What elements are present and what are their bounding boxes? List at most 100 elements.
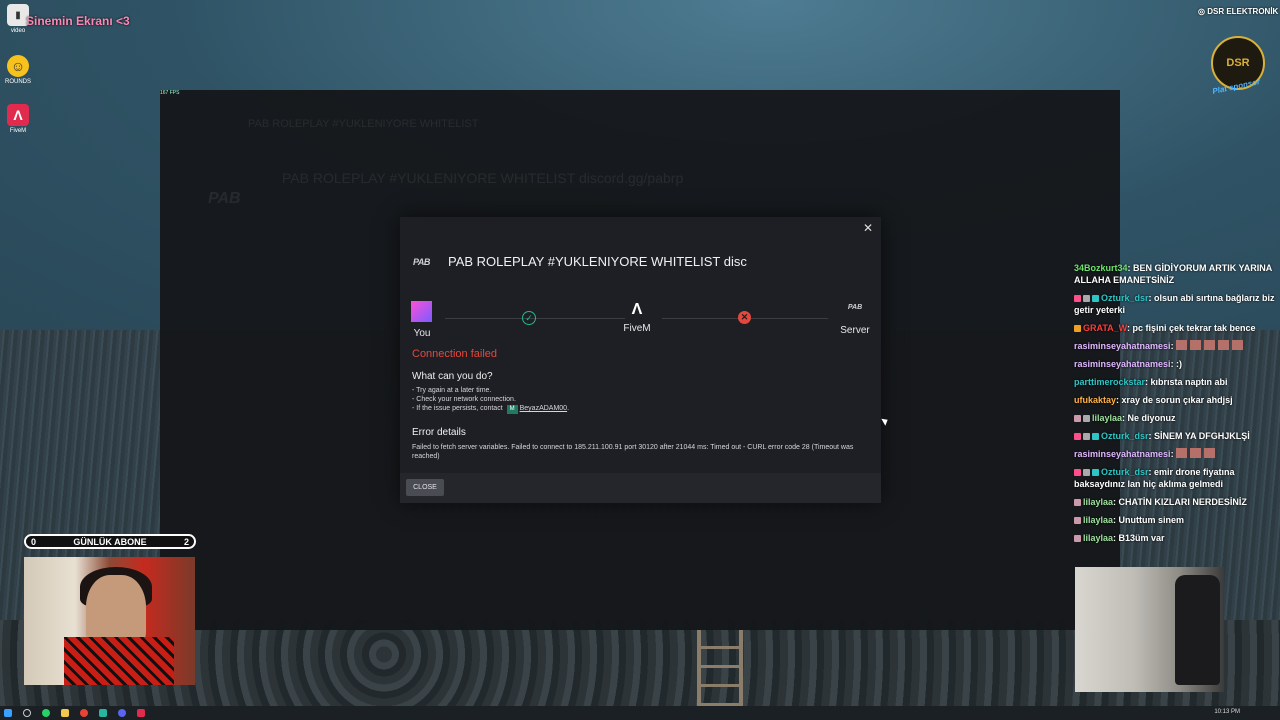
wallpaper-ladder <box>697 630 743 706</box>
chat-username[interactable]: parttimerockstar <box>1074 377 1145 387</box>
chat-message: 34Bozkurt34: BEN GİDİYORUM ARTIK YARINA … <box>1074 262 1276 286</box>
chat-badge-icon <box>1083 433 1090 440</box>
node-fivem-label: FiveM <box>623 323 651 334</box>
search-icon[interactable] <box>23 709 31 717</box>
chat-username[interactable]: Ozturk_dsr <box>1101 431 1149 441</box>
chat-username[interactable]: Ozturk_dsr <box>1101 293 1149 303</box>
chat-emote-icon <box>1176 340 1188 350</box>
chat-badge-icon <box>1092 295 1099 302</box>
connection-dialog: ✕ PAB PAB ROLEPLAY #YUKLENIYORE WHITELIS… <box>400 217 881 503</box>
chat-message: lilaylaa: Unuttum sinem <box>1074 514 1276 526</box>
chat-badge-icon <box>1083 469 1090 476</box>
node-you: You <box>411 301 433 339</box>
close-icon[interactable]: ✕ <box>861 221 875 235</box>
chat-emote-icon <box>1232 340 1244 350</box>
tips-list: - Try again at a later time. - Check you… <box>412 386 569 414</box>
chat-message: lilaylaa: B13üm var <box>1074 532 1276 544</box>
rounds-icon: ☺ <box>7 55 29 77</box>
chrome-icon[interactable] <box>80 709 88 717</box>
streamer-webcam <box>24 557 195 685</box>
chat-username[interactable]: rasiminseyahatnamesi <box>1074 341 1171 351</box>
desktop-icon-fivem[interactable]: Λ FiveM <box>4 104 32 134</box>
chat-badge-icon <box>1074 433 1081 440</box>
discord-icon[interactable] <box>118 709 126 717</box>
tip-item: - Check your network connection. <box>412 396 516 403</box>
chat-badge-icon <box>1074 499 1081 506</box>
chat-message: ufukaktay: xray de sorun çıkar ahdjsj <box>1074 394 1276 406</box>
desktop-icon-rounds[interactable]: ☺ ROUNDS <box>4 55 32 85</box>
error-details-title: Error details <box>412 427 466 438</box>
chat-text: : pc fişini çek tekrar tak bence <box>1127 323 1256 333</box>
room-webcam <box>1075 567 1224 692</box>
dialog-server-logo: PAB <box>413 257 430 267</box>
dialog-title: PAB ROLEPLAY #YUKLENIYORE WHITELIST disc <box>448 254 747 269</box>
windows-start-icon[interactable] <box>4 709 12 717</box>
user-avatar <box>411 301 432 322</box>
chat-username[interactable]: rasiminseyahatnamesi <box>1074 359 1171 369</box>
chat-message: parttimerockstar: kıbrısta naptın abi <box>1074 376 1276 388</box>
node-you-label: You <box>413 328 431 339</box>
webcam-shirt <box>64 637 174 685</box>
chat-username[interactable]: ufukaktay <box>1074 395 1116 405</box>
chat-text: : :) <box>1170 359 1183 369</box>
chat-message: Ozturk_dsr: SİNEM YA DFGHJKLŞİ <box>1074 430 1276 442</box>
check-icon: ✓ <box>522 311 536 325</box>
error-details-text: Failed to fetch server variables. Failed… <box>412 444 854 460</box>
chat-text: : SİNEM YA DFGHJKLŞİ <box>1148 431 1250 441</box>
chat-username[interactable]: lilaylaa <box>1083 533 1113 543</box>
taskbar: 10:13 PM <box>0 706 1280 720</box>
whatsapp-icon[interactable] <box>42 709 50 717</box>
app-icon[interactable] <box>99 709 107 717</box>
chat-username[interactable]: GRATA_W <box>1083 323 1127 333</box>
chat-message: rasiminseyahatnamesi: <box>1074 448 1276 460</box>
chat-badge-icon <box>1083 295 1090 302</box>
close-button[interactable]: CLOSE <box>406 479 444 496</box>
contact-link[interactable]: BeyazADAM00 <box>520 405 567 412</box>
chat-message: rasiminseyahatnamesi: <box>1074 340 1276 352</box>
contact-avatar: M <box>506 405 518 414</box>
file-explorer-icon[interactable] <box>61 709 69 717</box>
chat-message: Ozturk_dsr: emir drone fiyatına baksaydı… <box>1074 466 1276 490</box>
chat-badge-icon <box>1092 469 1099 476</box>
fps-counter: 167 FPS <box>160 90 180 96</box>
fivem-taskbar-icon[interactable] <box>137 709 145 717</box>
chat-message: lilaylaa: Ne diyonuz <box>1074 412 1276 424</box>
error-icon: ✕ <box>738 311 751 324</box>
chat-badge-icon <box>1074 295 1081 302</box>
chat-username[interactable]: lilaylaa <box>1092 413 1122 423</box>
chat-message: GRATA_W: pc fişini çek tekrar tak bence <box>1074 322 1276 334</box>
fivem-icon: Λ <box>7 104 29 126</box>
desktop-icon-label: ROUNDS <box>4 79 31 85</box>
gaming-chair <box>1175 575 1220 685</box>
sub-counter-label: GÜNLÜK ABONE <box>73 537 147 547</box>
node-fivem: Λ FiveM <box>622 301 652 334</box>
chat-text: : B13üm var <box>1113 533 1165 543</box>
dialog-footer: CLOSE <box>400 473 881 503</box>
chat-badge-icon <box>1092 433 1099 440</box>
chat-text: : Unuttum sinem <box>1113 515 1185 525</box>
chat-badge-icon <box>1074 415 1081 422</box>
chat-username[interactable]: 34Bozkurt34 <box>1074 263 1128 273</box>
chat-text: : <box>1170 449 1174 459</box>
sub-count-right: 2 <box>183 537 189 547</box>
chat-text: : kıbrısta naptın abi <box>1145 377 1228 387</box>
tip-text: - If the issue persists, contact <box>412 405 503 412</box>
chat-text: : Ne diyonuz <box>1122 413 1176 423</box>
chat-text: : xray de sorun çıkar ahdjsj <box>1116 395 1233 405</box>
system-clock[interactable]: 10:13 PM <box>1214 709 1240 715</box>
tip-item: - Try again at a later time. <box>412 387 492 394</box>
chat-emote-icon <box>1190 448 1202 458</box>
chat-username[interactable]: lilaylaa <box>1083 515 1113 525</box>
chat-emote-icon <box>1190 340 1202 350</box>
chat-emote-icon <box>1204 448 1216 458</box>
stream-chat: 34Bozkurt34: BEN GİDİYORUM ARTIK YARINA … <box>1074 262 1276 550</box>
what-can-you-do-title: What can you do? <box>412 371 493 382</box>
chat-message: lilaylaa: CHATİN KIZLARI NERDESİNİZ <box>1074 496 1276 508</box>
daily-sub-counter: 0 GÜNLÜK ABONE 2 <box>24 534 196 549</box>
chat-username[interactable]: Ozturk_dsr <box>1101 467 1149 477</box>
server-logo-icon: PAB <box>847 304 863 311</box>
chat-username[interactable]: lilaylaa <box>1083 497 1113 507</box>
tip-item: - If the issue persists, contact M BeyazA… <box>412 404 569 414</box>
chat-username[interactable]: rasiminseyahatnamesi <box>1074 449 1171 459</box>
desktop-icon-label: FiveM <box>9 128 27 134</box>
